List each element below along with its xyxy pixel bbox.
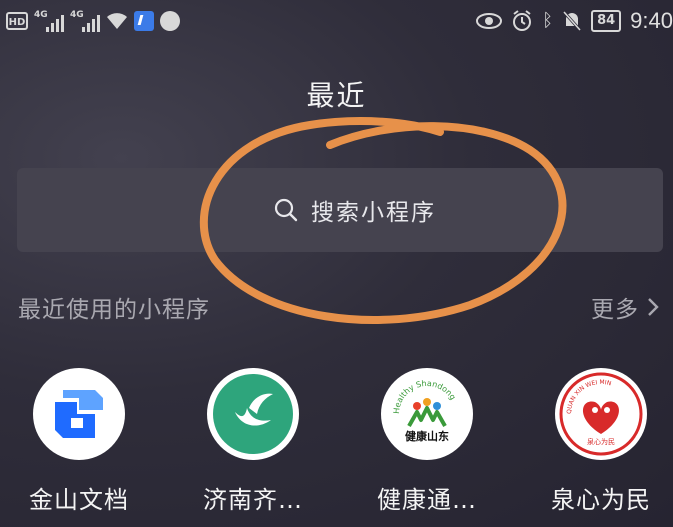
chevron-right-icon [648, 298, 659, 316]
status-bar: HD 4G 4G ᛒ 84 9:40 [0, 0, 673, 42]
notification-app-icon [134, 11, 154, 31]
app-name: 泉心为民 [551, 486, 651, 514]
search-icon [274, 198, 298, 222]
notification-circle-icon [160, 11, 180, 31]
recent-apps-list: 金山文档 济南齐… Healthy Shandong 健康山东 健康通… QUA… [0, 368, 673, 527]
app-jinan-qi[interactable]: 济南齐… [166, 368, 340, 515]
cellular-signal-icon: 4G [34, 10, 64, 32]
svg-text:健康山东: 健康山东 [405, 429, 449, 443]
eye-icon [476, 13, 503, 29]
clock: 9:40 [630, 8, 673, 33]
bluetooth-icon: ᛒ [542, 10, 554, 31]
app-quanxin[interactable]: QUAN XIN WEI MIN 泉心为民 泉心为民 [514, 368, 673, 515]
battery-icon: 84 [591, 10, 622, 32]
app-health-pass[interactable]: Healthy Shandong 健康山东 健康通… [340, 368, 514, 515]
alarm-icon [513, 10, 532, 31]
health-pass-icon: Healthy Shandong 健康山东 [381, 368, 473, 460]
cellular-signal-icon-2: 4G [70, 10, 100, 32]
svg-text:泉心为民: 泉心为民 [587, 437, 615, 446]
page-title: 最近 [306, 79, 367, 112]
app-name: 健康通… [377, 486, 477, 514]
more-link[interactable]: 更多 [591, 290, 659, 324]
search-placeholder: 搜索小程序 [311, 200, 436, 226]
more-label: 更多 [591, 297, 639, 323]
mute-bell-icon [562, 11, 582, 31]
app-kingsoft-docs[interactable]: 金山文档 [0, 368, 166, 515]
wifi-icon [107, 13, 127, 29]
kingsoft-docs-icon [33, 368, 125, 460]
quanxin-icon: QUAN XIN WEI MIN 泉心为民 [555, 368, 647, 460]
recent-section-title: 最近使用的小程序 [18, 297, 210, 323]
search-input[interactable]: 搜索小程序 [17, 168, 663, 252]
jinan-qi-icon [207, 368, 299, 460]
app-name: 济南齐… [203, 486, 303, 514]
app-name: 金山文档 [29, 486, 129, 514]
hd-voice-icon: HD [6, 12, 28, 30]
